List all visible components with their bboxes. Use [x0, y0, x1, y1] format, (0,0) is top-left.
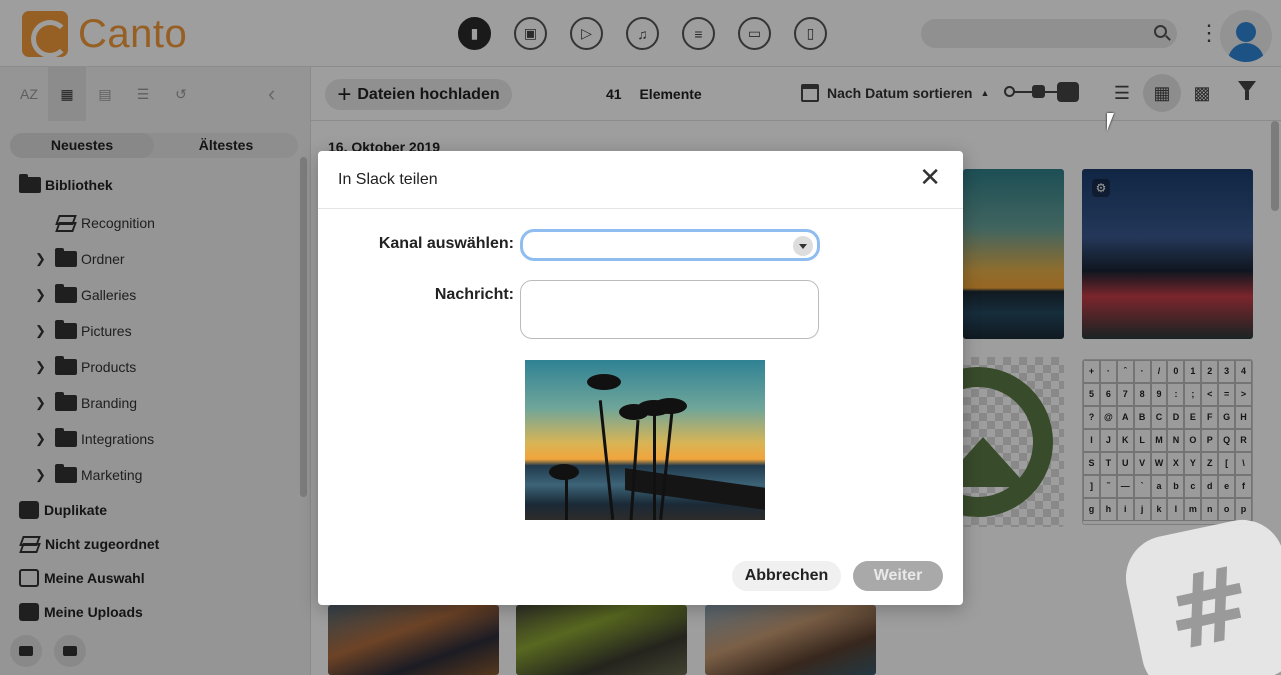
- message-label: Nachricht:: [434, 286, 514, 303]
- mouse-cursor-icon: [1107, 113, 1121, 131]
- chevron-down-icon[interactable]: [793, 236, 813, 256]
- dialog-title: In Slack teilen: [338, 171, 438, 188]
- channel-label: Kanal auswählen:: [378, 235, 514, 252]
- close-icon[interactable]: ✕: [919, 165, 941, 191]
- share-to-slack-dialog: In Slack teilen ✕ Kanal auswählen: Nachr…: [318, 151, 963, 605]
- palm-crown: [587, 374, 621, 390]
- message-input[interactable]: [520, 280, 819, 339]
- next-button[interactable]: Weiter: [853, 561, 943, 591]
- palm-crown: [653, 398, 687, 414]
- palm-trunk: [659, 408, 674, 520]
- palm-trunk: [598, 400, 615, 520]
- asset-preview-image: [525, 360, 765, 520]
- dialog-header: In Slack teilen ✕: [318, 151, 963, 209]
- palm-trunk: [653, 410, 656, 520]
- channel-select[interactable]: [520, 229, 820, 261]
- hash-icon: #: [1155, 542, 1263, 675]
- pier-silhouette: [625, 468, 765, 510]
- palm-crown: [549, 464, 579, 480]
- cancel-button[interactable]: Abbrechen: [732, 561, 841, 591]
